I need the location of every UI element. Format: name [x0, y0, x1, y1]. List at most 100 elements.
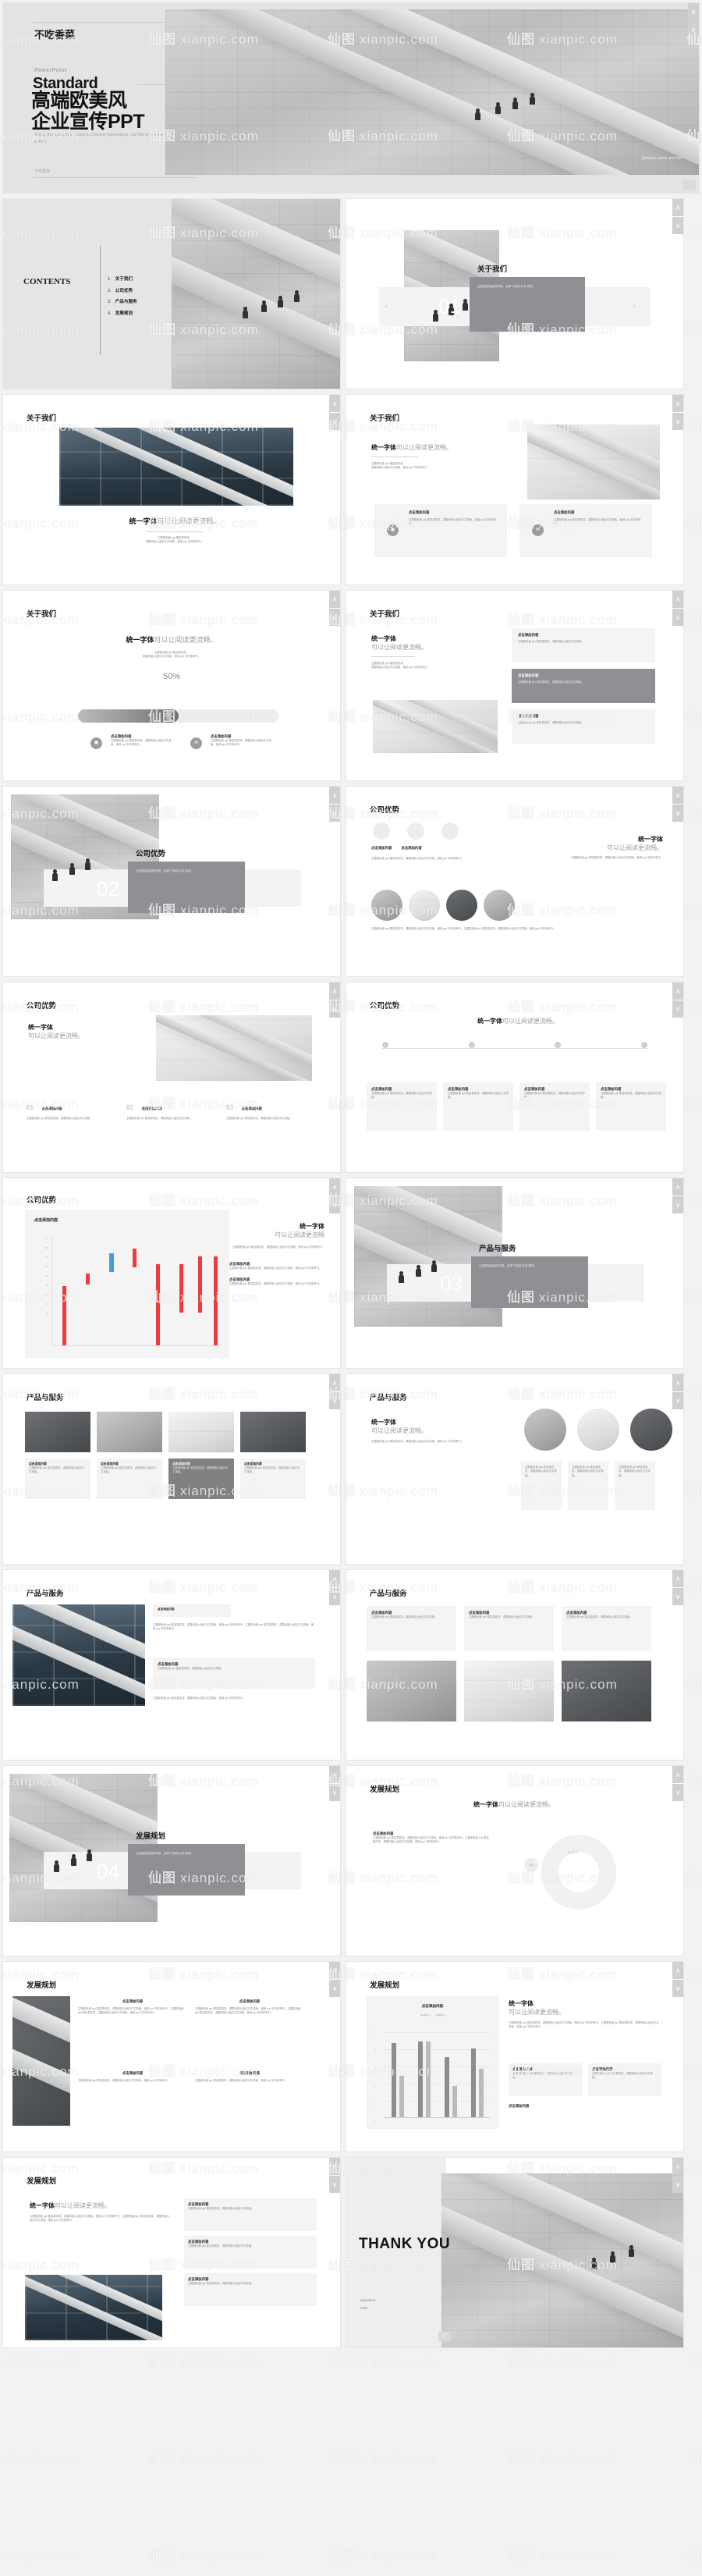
info-card[interactable]: 点击添加内容 主题颜色使 ppt 更容易改变，调整间距以适应中文排版。 — [367, 1082, 437, 1131]
info-card[interactable]: 点击添加内容 主题颜色使 ppt 更容易改变，调整间距以适应中文排版。 — [184, 2198, 317, 2231]
info-card[interactable]: 02 点击添加内容 主题颜色使 ppt 更容易改变，调整间距以适应中文排版。 — [126, 1100, 212, 1121]
info-card[interactable]: 主题颜色使 ppt 更容易改变，调整间距以适应中文排版。 — [615, 1462, 655, 1510]
slide-nav[interactable]: ∧ ∨ — [329, 1178, 340, 1214]
info-card[interactable]: 点击添加内容 主题颜色使 ppt 更容易改变。调整间距以适应中文排版，使用 pp… — [190, 734, 276, 749]
nav-down-icon[interactable]: ∨ — [672, 805, 683, 822]
timeline-node[interactable] — [382, 1042, 388, 1048]
info-card[interactable]: 点击添加内容 主题颜色使 ppt 更容易改变。调整间距以适应中文排版，使用 pp… — [195, 1999, 304, 2016]
slide-nav[interactable]: ∧ ∨ — [672, 1766, 683, 1802]
slide-contents[interactable]: CONTENTS 1. 关于我们 2. 公司优势 3. 产品与服务 4. 发展规划 — [3, 199, 340, 389]
info-card[interactable]: 03 点击添加内容 主题颜色使 ppt 更容易改变，调整间距以适应中文排版。 — [226, 1100, 312, 1121]
slide-advantage-three-up[interactable]: 公司优势 统一字体 可以让阅读更流畅。 01 点击添加内容 主题颜色使 ppt … — [3, 982, 340, 1172]
info-card[interactable]: 点击添加内容 主题颜色使 ppt 更容易改变，调整间距以适应中文排版。 — [588, 2063, 661, 2096]
slide-nav[interactable]: ∧ ∨ — [329, 982, 340, 1018]
progress-track[interactable] — [78, 709, 279, 723]
timeline-node[interactable] — [640, 1042, 647, 1048]
nav-down-icon[interactable]: ∨ — [672, 1196, 683, 1213]
slide-nav[interactable]: ∧ ∨ — [672, 1374, 683, 1410]
nav-down-icon[interactable]: ∨ — [329, 1196, 340, 1213]
nav-up-icon[interactable]: ∧ — [329, 591, 340, 608]
info-card[interactable]: 点击添加内容 主题颜色使 ppt 更容易改变。调整间距以适应中文排版，使用 pp… — [78, 1999, 187, 2016]
nav-down-icon[interactable]: ∨ — [329, 1000, 340, 1018]
nav-up-icon[interactable]: ∧ — [672, 395, 683, 412]
nav-up-icon[interactable]: ∧ — [672, 591, 683, 608]
slide-nav[interactable]: ∧ ∨ — [329, 2158, 340, 2194]
info-card[interactable]: 点击添加内容 主题颜色使 ppt 更容易改变，调整间距以适应中文排版。 — [240, 1459, 306, 1499]
nav-down-icon[interactable]: ∨ — [329, 1392, 340, 1409]
slide-nav[interactable]: ∧ ∨ — [329, 591, 340, 627]
info-card[interactable]: 点击添加内容 主题颜色使 ppt 更容易改变，调整间距以适应中文排版。 — [153, 1658, 315, 1689]
badge-icon[interactable] — [441, 823, 459, 840]
nav-down-icon[interactable]: ∨ — [672, 609, 683, 626]
nav-up-icon[interactable]: ∧ — [329, 1178, 340, 1196]
info-card[interactable]: 点击添加内容 主题颜色使 ppt 更容易改变，调整间距以适应中文排版。 — [464, 1606, 554, 1651]
nav-up-icon[interactable]: ∧ — [329, 2158, 340, 2175]
info-card[interactable]: 主题颜色使 ppt 更容易改变，调整间距以适应中文排版。 — [521, 1462, 562, 1510]
info-card[interactable]: 点击添加内容 主题颜色使 ppt 更容易改变，调整间距以适应中文排版。 — [184, 2273, 317, 2306]
slide-advantage-timeline[interactable]: 公司优势 统一字体可以让阅读更流畅。 点击添加内容 主题颜色使 ppt 更容易改… — [346, 982, 683, 1172]
slide-plan-donut[interactable]: 发展规划 统一字体可以让阅读更流畅。 点击添加内容 主题颜色使 ppt 更容易改… — [346, 1766, 683, 1956]
slide-cover[interactable]: 不吃香菜 PowerPoint Standard 高端欧美风 企业宣传PPT A… — [3, 3, 699, 193]
slide-nav[interactable]: ∧ ∨ — [329, 1962, 340, 1998]
nav-down-icon[interactable]: ∨ — [329, 1980, 340, 1997]
slide-product-three-photo[interactable]: 产品与服务 点击添加内容 主题颜色使 ppt 更容易改变，调整间距以适应中文排版… — [346, 1570, 683, 1760]
list-item[interactable]: 1. 关于我们 — [108, 275, 137, 282]
badge-icon[interactable] — [407, 823, 424, 840]
info-card[interactable]: 点击添加内容 主题颜色使 ppt 更容易改变，调整间距以适应中文排版。 — [512, 628, 655, 663]
slide-product-grid[interactable]: 产品与服务 点击添加内容 主题颜色使 ppt 更容易改变，调整间距以适应中文排版… — [3, 1374, 340, 1564]
info-card[interactable]: 点击添加内容 主题颜色使 ppt 更容易改变。调整间距以适应中文排版，使用 pp… — [374, 504, 507, 557]
list-item[interactable]: 3. 产品与服务 — [108, 298, 137, 304]
grid-icon[interactable]: ∷ — [683, 180, 696, 190]
nav-up-icon[interactable]: ∧ — [672, 2158, 683, 2175]
nav-up-icon[interactable]: ∧ — [672, 1570, 683, 1587]
nav-down-icon[interactable]: ∨ — [329, 805, 340, 822]
info-card[interactable]: 点击添加内容 主题颜色使 ppt 更容易改变，调整间距以适应中文排版，使用 pp… — [195, 2071, 304, 2083]
nav-down-icon[interactable]: ∨ — [329, 1784, 340, 1801]
nav-up-icon[interactable]: ∧ — [329, 1374, 340, 1391]
nav-up-icon[interactable]: ∧ — [672, 1766, 683, 1783]
slide-product-two-circle[interactable]: 产品与服务 统一字体 可以让阅读更流畅。 主题颜色使 ppt 更容易改变，调整间… — [346, 1374, 683, 1564]
info-card[interactable]: 点击添加内容 主题颜色使 ppt 更容易改变，调整间距以适应中文排版，使用 pp… — [78, 2071, 187, 2083]
info-card[interactable]: 点击添加内容 主题颜色使 ppt 更容易改变，调整间距以适应中文排版。 — [443, 1082, 513, 1131]
nav-up-icon[interactable]: ∧ — [672, 1374, 683, 1391]
prev-icon[interactable]: ‹ — [385, 303, 388, 310]
nav-down-icon[interactable]: ∨ — [672, 1784, 683, 1801]
nav-up-icon[interactable]: ∧ — [688, 3, 699, 20]
slide-nav[interactable]: ∧ ∨ — [688, 3, 699, 39]
nav-down-icon[interactable]: ∨ — [672, 2176, 683, 2193]
slide-nav[interactable]: ∧ ∨ — [672, 2158, 683, 2194]
timeline-node[interactable] — [555, 1042, 562, 1048]
grid-icon[interactable]: ∷ — [438, 2332, 451, 2341]
list-item[interactable]: 4. 发展规划 — [108, 310, 137, 316]
nav-up-icon[interactable]: ∧ — [329, 982, 340, 1000]
slide-nav[interactable]: ∧ ∨ — [329, 787, 340, 823]
nav-up-icon[interactable]: ∧ — [672, 1178, 683, 1196]
slide-nav[interactable]: ∧ ∨ — [672, 591, 683, 627]
nav-down-icon[interactable]: ∨ — [672, 413, 683, 430]
nav-down-icon[interactable]: ∨ — [329, 413, 340, 430]
nav-up-icon[interactable]: ∧ — [329, 1570, 340, 1587]
slide-nav[interactable]: ∧ ∨ — [329, 1766, 340, 1802]
slide-nav[interactable]: ∧ ∨ — [329, 395, 340, 431]
info-card[interactable]: 主题颜色使 ppt 更容易改变，调整间距以适应中文排版。 — [568, 1462, 608, 1510]
slide-section-01[interactable]: 01 关于我们 当您复制粘贴的时候，选择“只保存文本”选项。 ‹ › ∧ ∨ — [346, 199, 683, 389]
nav-down-icon[interactable]: ∨ — [688, 21, 699, 38]
nav-down-icon[interactable]: ∨ — [329, 1588, 340, 1605]
info-card[interactable]: 点击添加内容 主题颜色使 ppt 更容易改变，调整间距以适应中文排版。 — [184, 2236, 317, 2269]
nav-up-icon[interactable]: ∧ — [329, 395, 340, 412]
info-card[interactable]: 点击添加内容 主题颜色使 ppt 更容易改变。调整间距以适应中文排版，使用 pp… — [519, 504, 652, 557]
slide-product-photo-left[interactable]: 产品与服务 点击添加内容 主题颜色使 ppt 更容易改变。调整间距以适应中文排版… — [3, 1570, 340, 1760]
slide-plan-final[interactable]: 发展规划 统一字体可以让阅读更流畅。 主题颜色使 ppt 更容易改变。调整间距以… — [3, 2158, 340, 2347]
next-icon[interactable]: › — [633, 303, 636, 310]
slide-nav[interactable]: ∧ ∨ — [672, 1178, 683, 1214]
info-card-active[interactable]: 点击添加内容 主题颜色使 ppt 更容易改变，调整间距以适应中文排版。 — [512, 669, 655, 703]
slide-nav[interactable]: ∧ ∨ — [329, 1374, 340, 1410]
nav-up-icon[interactable]: ∧ — [672, 982, 683, 1000]
info-card[interactable]: 点击添加内容 主题颜色使 ppt 更容易改变，调整间距以适应中文排版。 — [519, 1082, 590, 1131]
slide-about-two-cards[interactable]: 关于我们 统一字体可以让阅读更流畅。 主题颜色使 ppt 更容易改变。 调整间距… — [346, 395, 683, 584]
info-card[interactable]: 点击添加内容 主题颜色使 ppt 更容易改变，调整间距以适应中文排版。 — [512, 709, 655, 744]
nav-up-icon[interactable]: ∧ — [329, 1766, 340, 1783]
slide-nav[interactable]: ∧ ∨ — [672, 787, 683, 823]
tag-chip[interactable]: 点击添加内容 — [153, 1604, 231, 1617]
nav-up-icon[interactable]: ∧ — [672, 1962, 683, 1979]
